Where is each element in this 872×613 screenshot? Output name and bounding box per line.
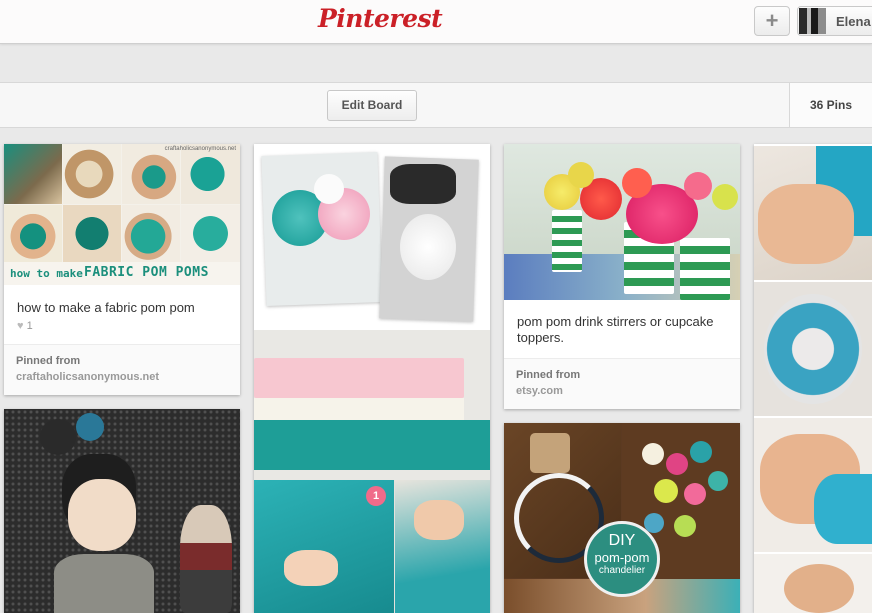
edit-board-button[interactable]: Edit Board bbox=[327, 90, 417, 121]
heart-icon: ♥ bbox=[17, 320, 24, 332]
pin-attribution[interactable]: Pinned from etsy.com bbox=[504, 358, 740, 409]
user-menu-button[interactable]: Elena bbox=[797, 6, 872, 36]
pin-image-pom-pom-maker-steps[interactable] bbox=[754, 144, 872, 613]
pin-image-drink-stirrers[interactable] bbox=[504, 144, 740, 300]
pinned-from-label: Pinned from bbox=[16, 355, 81, 367]
user-name: Elena bbox=[836, 14, 871, 29]
pinterest-logo[interactable]: Pinterest bbox=[318, 4, 443, 33]
pin-image-cutting-paper[interactable]: 1 bbox=[254, 480, 490, 613]
plus-icon: + bbox=[765, 8, 779, 33]
pin-image-tissue-pom-poms[interactable] bbox=[254, 144, 490, 330]
pin-image-pom-pom-collage[interactable]: how to make FABRIC POM POMS craftaholics… bbox=[4, 144, 240, 285]
pin-image-chandelier-collage[interactable]: DIY pom-pom chandelier bbox=[504, 423, 740, 613]
pin-card-pom-pom-chandelier[interactable]: DIY pom-pom chandelier bbox=[504, 423, 740, 613]
pin-card-drink-stirrers[interactable]: pom pom drink stirrers or cupcake topper… bbox=[504, 144, 740, 409]
pinned-from-label: Pinned from bbox=[516, 369, 581, 381]
pin-card-tissue-pom-poms[interactable]: 1 bbox=[254, 144, 490, 613]
diy-badge: DIY pom-pom chandelier bbox=[584, 521, 660, 597]
pin-card-baby-pom-pom-headband[interactable] bbox=[4, 409, 240, 613]
like-count: ♥ 1 bbox=[17, 320, 33, 332]
pin-image-baby[interactable] bbox=[4, 409, 240, 613]
pin-attribution[interactable]: Pinned from craftaholicsanonymous.net bbox=[4, 344, 240, 395]
pin-description: how to make a fabric pom pom bbox=[17, 300, 195, 315]
badge-line-3: chandelier bbox=[598, 565, 646, 576]
step-badge: 1 bbox=[366, 486, 386, 506]
pin-overlay-small-text: how to make bbox=[10, 267, 83, 280]
pinned-from-source[interactable]: craftaholicsanonymous.net bbox=[16, 371, 159, 383]
board-toolbar: Edit Board 36 Pins bbox=[0, 82, 872, 128]
badge-line-1: DIY bbox=[608, 532, 636, 549]
pins-count-tab[interactable]: 36 Pins bbox=[789, 83, 872, 127]
pinned-from-source[interactable]: etsy.com bbox=[516, 385, 563, 397]
image-watermark: craftaholicsanonymous.net bbox=[164, 146, 236, 152]
badge-line-2: pom-pom bbox=[594, 550, 650, 565]
like-count-value: 1 bbox=[26, 320, 33, 332]
top-nav-bar: Pinterest + Elena bbox=[0, 0, 872, 44]
avatar bbox=[799, 8, 826, 34]
pin-overlay-title-text: FABRIC POM POMS bbox=[84, 265, 209, 280]
pin-description: pom pom drink stirrers or cupcake topper… bbox=[517, 314, 714, 345]
add-pin-button[interactable]: + bbox=[754, 6, 790, 36]
pin-card-fabric-pom-pom[interactable]: how to make FABRIC POM POMS craftaholics… bbox=[4, 144, 240, 395]
pin-image-paper-stack[interactable] bbox=[254, 330, 490, 480]
pin-card-pom-pom-maker[interactable] bbox=[754, 144, 872, 613]
